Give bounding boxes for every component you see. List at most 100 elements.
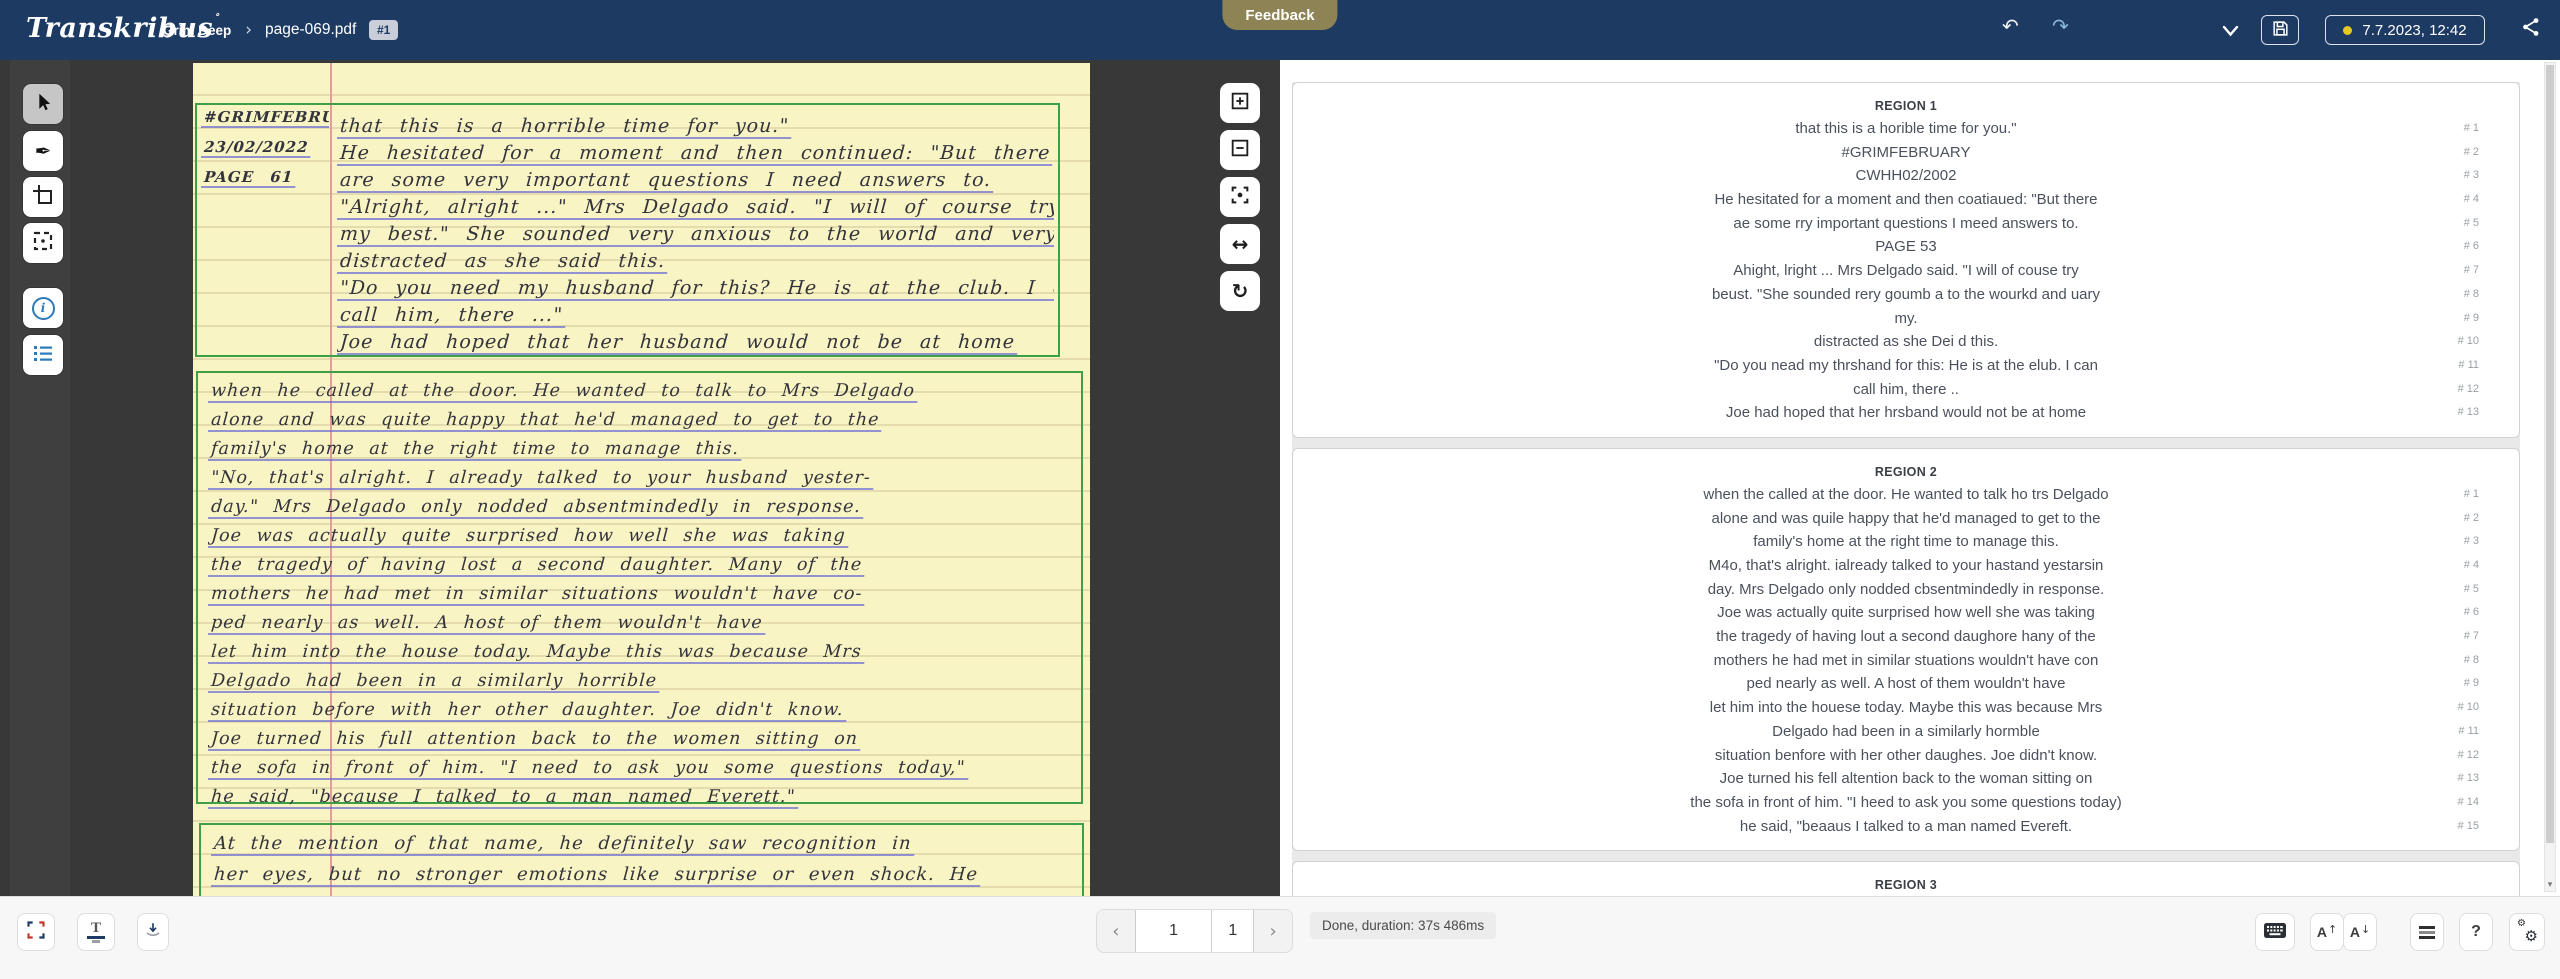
transcript-line[interactable]: distracted as she Dei d this.# 10 [1293,330,2519,354]
fit-to-screen-button[interactable] [1220,177,1260,217]
transcript-line[interactable]: Joe had hoped that her hrsband would not… [1293,401,2519,425]
transcript-line-text[interactable]: the tragedy of having lout a second daug… [1716,628,2095,645]
transcript-line-text[interactable]: Joe turned his fell altention back to th… [1720,770,2093,787]
panel-scrollbar[interactable]: ▾ [2544,62,2556,892]
transcript-line-text[interactable]: my. [1894,310,1917,327]
transcript-line-text[interactable]: #GRIMFEBRUARY [1842,144,1971,161]
redo-icon[interactable]: ↷ [2052,14,2069,38]
horizontal-arrows-icon: ↔ [1232,232,1249,256]
previous-page-button[interactable]: ‹ [1097,910,1135,952]
transcript-line[interactable]: #GRIMFEBRUARY# 2 [1293,141,2519,165]
transcript-line-text[interactable]: distracted as she Dei d this. [1814,333,1998,350]
info-button[interactable]: i [23,288,63,328]
transcript-line[interactable]: when the called at the door. He wanted t… [1293,483,2519,507]
font-size-increase-button[interactable]: A↑ [2310,913,2344,951]
line-view-button[interactable] [2410,913,2444,951]
transcript-line-text[interactable]: beust. "She sounded rery goumb a to the … [1712,286,2100,303]
transcript-line[interactable]: situation benfore with her other daughes… [1293,744,2519,768]
text-region-2-outline[interactable]: when he called at the door. He wanted to… [196,371,1083,804]
download-button[interactable] [137,913,169,951]
text-base-bar [92,940,100,943]
transcript-line[interactable]: mothers he had met in similar stuations … [1293,649,2519,673]
transcript-line[interactable]: let him into the houese today. Maybe thi… [1293,696,2519,720]
select-tool-button[interactable] [23,84,63,124]
chevron-down-icon[interactable] [2222,22,2239,41]
transcript-line-text[interactable]: "Do you nead my thrshand for this: He is… [1714,357,2098,374]
transcript-line-text[interactable]: alone and was quile happy that he'd mana… [1712,510,2101,527]
transcript-line[interactable]: call him, there ..# 12 [1293,378,2519,402]
transcript-line[interactable]: that this is a horible time for you."# 1 [1293,117,2519,141]
transcript-line[interactable]: M4o, that's alright. ialready talked to … [1293,554,2519,578]
zoom-in-button[interactable] [1220,83,1260,123]
virtual-keyboard-button[interactable] [2255,913,2295,951]
transcript-line[interactable]: Ahight, lright ... Mrs Delgado said. "I … [1293,259,2519,283]
transcript-line-text[interactable]: Delgado had been in a similarly hormble [1772,723,2040,740]
transcript-line-text[interactable]: He hesitated for a moment and then coati… [1714,191,2097,208]
document-title[interactable]: page-069.pdf [265,0,356,60]
transcript-line[interactable]: PAGE 53# 6 [1293,235,2519,259]
share-icon[interactable] [2520,15,2542,43]
transcript-line-text[interactable]: let him into the houese today. Maybe thi… [1710,699,2102,716]
next-page-button[interactable]: › [1254,910,1292,952]
scrollbar-down-arrow[interactable]: ▾ [2545,880,2555,890]
transcript-line[interactable]: the sofa in front of him. "I heed to ask… [1293,791,2519,815]
scrollbar-thumb[interactable] [2546,65,2554,843]
transcript-line[interactable]: alone and was quile happy that he'd mana… [1293,507,2519,531]
transcript-line[interactable]: family's home at the right time to manag… [1293,530,2519,554]
transcript-line-text[interactable]: the sofa in front of him. "I heed to ask… [1690,794,2121,811]
draw-baseline-tool-button[interactable]: ✒ [23,131,63,171]
transcript-line[interactable]: Joe was actually quite surprised how wel… [1293,601,2519,625]
current-page-input[interactable]: 1 [1135,910,1213,952]
transcript-line-text[interactable]: ped nearly as well. A host of them would… [1747,675,2066,692]
transcript-line[interactable]: my.# 9 [1293,307,2519,331]
fit-width-button[interactable]: ↔ [1220,224,1260,264]
settings-button[interactable]: ⚙ ⚙ [2509,913,2545,951]
transcript-line-text[interactable]: Joe was actually quite surprised how wel… [1717,604,2095,621]
breadcrumb-collection[interactable]: Grim Deep [163,23,231,38]
transcript-line[interactable]: the tragedy of having lout a second daug… [1293,625,2519,649]
split-region-tool-button[interactable] [23,223,63,263]
transcript-line-text[interactable]: M4o, that's alright. ialready talked to … [1709,557,2104,574]
transcript-line[interactable]: "Do you nead my thrshand for this: He is… [1293,354,2519,378]
transcript-line-text[interactable]: ae some rry important questions I meed a… [1733,215,2078,232]
transcript-line[interactable]: CWHH02/2002# 3 [1293,164,2519,188]
transcript-line[interactable]: Joe turned his fell altention back to th… [1293,767,2519,791]
transcript-line[interactable]: beust. "She sounded rery goumb a to the … [1293,283,2519,307]
rotate-button[interactable]: ↻ [1220,271,1260,311]
document-canvas[interactable]: ✒ i [0,60,1280,896]
transcript-line-text[interactable]: he said, "beaaus I talked to a man named… [1740,818,2072,835]
help-button[interactable]: ? [2459,913,2493,951]
transcript-line[interactable]: He hesitated for a moment and then coati… [1293,188,2519,212]
handwriting-line: "Do you need my husband for this? He is … [337,277,1054,304]
text-region-1-outline[interactable]: that this is a horrible time for you."He… [195,103,1060,357]
transcript-line-text[interactable]: Ahight, lright ... Mrs Delgado said. "I … [1733,262,2078,279]
text-layer-button[interactable]: T [77,913,115,951]
undo-icon[interactable]: ↶ [2002,14,2019,38]
font-size-decrease-button[interactable]: A↓ [2343,913,2377,951]
transcript-line-text[interactable]: PAGE 53 [1875,238,1936,255]
transcript-line[interactable]: Delgado had been in a similarly hormble#… [1293,720,2519,744]
transcript-line-text[interactable]: CWHH02/2002 [1856,167,1957,184]
fullscreen-button[interactable] [17,913,55,951]
transcript-line-text[interactable]: day. Mrs Delgado only nodded cbsentminde… [1708,581,2105,598]
transcript-line[interactable]: he said, "beaaus I talked to a man named… [1293,815,2519,839]
transcript-line-text[interactable]: situation benfore with her other daughes… [1715,747,2097,764]
transcript-line-text[interactable]: that this is a horible time for you." [1795,120,2016,137]
transcript-line[interactable]: day. Mrs Delgado only nodded cbsentminde… [1293,578,2519,602]
transcript-line-text[interactable]: when the called at the door. He wanted t… [1703,486,2108,503]
transcript-line-text[interactable]: mothers he had met in similar stuations … [1714,652,2099,669]
transcript-line-text[interactable]: family's home at the right time to manag… [1753,533,2059,550]
save-button[interactable] [2261,15,2299,45]
transcript-line-text[interactable]: Joe had hoped that her hrsband would not… [1726,404,2086,421]
total-pages-field[interactable]: 1 [1211,910,1254,952]
text-region-3-outline[interactable]: At the mention of that name, he definite… [199,823,1084,896]
add-region-tool-button[interactable] [23,177,63,217]
version-button[interactable]: 7.7.2023, 12:42 [2325,15,2485,45]
transcript-line-text[interactable]: call him, there .. [1853,381,1959,398]
transcript-line[interactable]: ped nearly as well. A host of them would… [1293,672,2519,696]
scanned-page-image[interactable]: #GRIMFEBRUARY23/02/2022PAGE 61 that this… [193,63,1090,896]
zoom-out-button[interactable] [1220,130,1260,170]
feedback-button[interactable]: Feedback [1222,0,1337,30]
transcript-line[interactable]: ae some rry important questions I meed a… [1293,212,2519,236]
layers-list-button[interactable] [23,335,63,375]
